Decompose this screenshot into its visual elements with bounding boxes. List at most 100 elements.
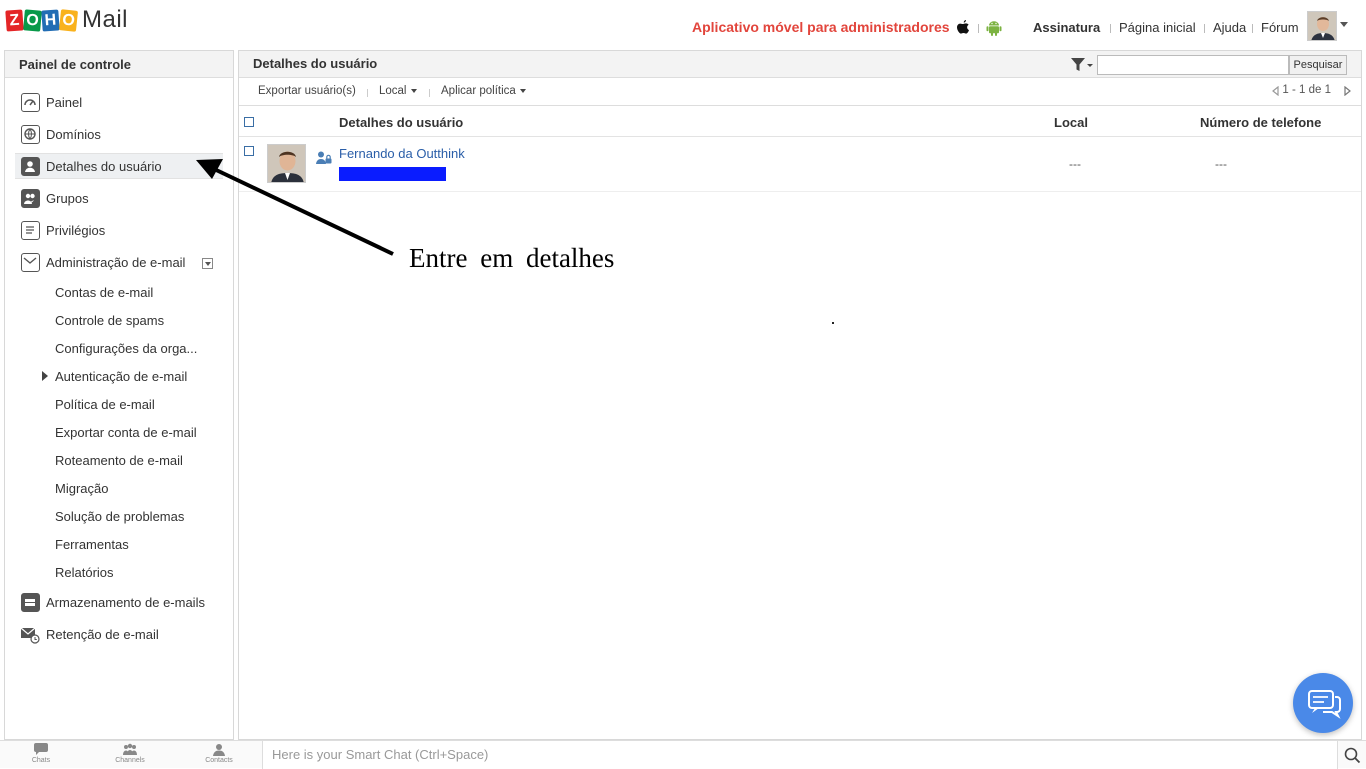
android-icon[interactable]: [986, 19, 1002, 37]
top-bar: Z O H O Mail Aplicativo móvel para admin…: [0, 0, 1366, 50]
column-header-user-details[interactable]: Detalhes do usuário: [339, 115, 463, 130]
filter-icon[interactable]: [1069, 57, 1095, 73]
stray-dot: [832, 322, 834, 324]
chevron-down-icon: [519, 88, 526, 93]
sidebar-item-mail-retention[interactable]: Retenção de e-mail: [15, 621, 223, 647]
annotation-text: Entre em detalhes: [409, 243, 615, 273]
export-users-button[interactable]: Exportar usuário(s): [258, 85, 356, 97]
sidebar-subitem-troubleshooting[interactable]: Solução de problemas: [55, 509, 184, 524]
column-header-phone[interactable]: Número de telefone: [1200, 115, 1321, 130]
dashboard-icon: [21, 92, 40, 112]
row-checkbox[interactable]: [244, 146, 254, 156]
home-page-link[interactable]: Página inicial: [1119, 20, 1196, 35]
user-name-link[interactable]: Fernando da Outthink: [339, 146, 465, 161]
bottom-tab-contacts[interactable]: Contacts: [189, 743, 249, 764]
table-header: Detalhes do usuário Local Número de tele…: [239, 107, 1361, 137]
bottom-tab-label: Chats: [31, 757, 51, 764]
sidebar-item-privileges[interactable]: Privilégios: [15, 217, 223, 243]
divider: [429, 89, 430, 97]
sidebar-subitem-org-settings[interactable]: Configurações da orga...: [55, 341, 197, 356]
phone-value: ---: [1215, 157, 1227, 171]
sidebar-item-label: Domínios: [46, 126, 101, 142]
pagination-info: 1 - 1 de 1: [1282, 84, 1331, 96]
sidebar-item-label: Armazenamento de e-mails: [46, 594, 205, 610]
profile-avatar[interactable]: [1307, 11, 1337, 41]
logo-letter: O: [58, 8, 79, 32]
local-value: ---: [1069, 157, 1081, 171]
divider: [978, 24, 979, 33]
groups-icon: [21, 188, 40, 208]
storage-icon: [21, 592, 40, 612]
sidebar-item-label: Privilégios: [46, 222, 106, 238]
domains-icon: [21, 124, 40, 144]
bottom-bar: Chats Channels Contacts Here is your Sma…: [0, 740, 1366, 769]
bottom-tab-label: Channels: [115, 757, 145, 764]
sidebar-item-label: Painel: [46, 94, 83, 110]
logo-letter: Z: [5, 8, 24, 32]
sidebar-item-domains[interactable]: Domínios: [15, 121, 223, 147]
local-dropdown[interactable]: Local: [379, 85, 417, 97]
zoho-mail-logo[interactable]: Z O H O Mail: [5, 6, 129, 34]
help-link[interactable]: Ajuda: [1213, 20, 1246, 35]
sidebar-item-label: Detalhes do usuário: [46, 158, 162, 174]
channels-icon: [123, 743, 137, 755]
sidebar-item-mail-storage[interactable]: Armazenamento de e-mails: [15, 589, 223, 615]
admin-user-icon: [316, 151, 332, 164]
bottom-tab-channels[interactable]: Channels: [100, 743, 160, 764]
sidebar-subitem-email-auth[interactable]: Autenticação de e-mail: [55, 369, 187, 384]
logo-text: Mail: [82, 6, 129, 33]
sidebar-item-dashboard[interactable]: Painel: [15, 89, 223, 115]
chat-support-button[interactable]: [1293, 673, 1353, 733]
bottom-tab-label: Contacts: [205, 757, 233, 764]
sidebar-subitem-reports[interactable]: Relatórios: [55, 565, 114, 580]
mobile-app-promo-link[interactable]: Aplicativo móvel para administradores: [692, 19, 950, 35]
sidebar-subitem-spam-control[interactable]: Controle de spams: [55, 313, 164, 328]
sidebar-item-mail-admin[interactable]: Administração de e-mail: [15, 249, 223, 275]
sidebar-subitem-email-routing[interactable]: Roteamento de e-mail: [55, 453, 183, 468]
smart-chat-input[interactable]: Here is your Smart Chat (Ctrl+Space): [262, 741, 1338, 769]
select-all-checkbox[interactable]: [244, 117, 254, 127]
column-header-local[interactable]: Local: [1054, 115, 1088, 130]
contacts-icon: [213, 744, 225, 756]
sidebar-subitem-tools[interactable]: Ferramentas: [55, 537, 129, 552]
user-details-panel: Detalhes do usuário Pesquisar Exportar u…: [238, 50, 1362, 740]
local-dropdown-label: Local: [379, 85, 407, 97]
forum-link[interactable]: Fórum: [1261, 20, 1299, 35]
subscription-link[interactable]: Assinatura: [1033, 20, 1100, 35]
apply-policy-label: Aplicar política: [441, 85, 516, 97]
divider: [1204, 24, 1205, 33]
previous-page-icon[interactable]: [1271, 86, 1280, 96]
sidebar-item-label: Grupos: [46, 190, 89, 206]
profile-dropdown-icon[interactable]: [1340, 22, 1348, 27]
collapse-section-icon[interactable]: [202, 258, 213, 269]
apply-policy-dropdown[interactable]: Aplicar política: [441, 85, 526, 97]
user-icon: [21, 156, 40, 176]
user-avatar: [267, 144, 306, 183]
sidebar-item-groups[interactable]: Grupos: [15, 185, 223, 211]
chat-icon: [1308, 690, 1341, 719]
panel-title: Detalhes do usuário: [253, 56, 378, 71]
sidebar-subitem-email-policy[interactable]: Política de e-mail: [55, 397, 155, 412]
logo-letter: O: [23, 8, 42, 32]
action-toolbar: Exportar usuário(s) Local Aplicar políti…: [239, 78, 1361, 106]
search-input[interactable]: [1097, 55, 1289, 75]
sidebar-subitem-migration[interactable]: Migração: [55, 481, 108, 496]
sidebar-subitem-export-account[interactable]: Exportar conta de e-mail: [55, 425, 197, 440]
panel-header: Detalhes do usuário Pesquisar: [239, 51, 1361, 78]
sidebar-subitem-email-accounts[interactable]: Contas de e-mail: [55, 285, 153, 300]
sidebar-item-label: Retenção de e-mail: [46, 626, 159, 642]
apple-icon[interactable]: [955, 19, 971, 37]
chevron-down-icon: [410, 88, 417, 93]
next-page-icon[interactable]: [1343, 86, 1352, 96]
bottom-tab-chats[interactable]: Chats: [11, 743, 71, 764]
sidebar-item-user-details[interactable]: Detalhes do usuário: [15, 153, 223, 179]
divider: [1110, 24, 1111, 33]
table-row[interactable]: Fernando da Outthink --- ---: [239, 138, 1361, 192]
search-icon[interactable]: [1343, 746, 1361, 764]
search-button[interactable]: Pesquisar: [1289, 55, 1347, 75]
mail-admin-icon: [21, 252, 40, 272]
control-panel-sidebar: Painel de controle Painel Domínios Detal…: [4, 50, 234, 740]
expand-arrow-icon[interactable]: [42, 371, 48, 381]
sidebar-item-label: Administração de e-mail: [46, 254, 186, 270]
divider: [1252, 24, 1253, 33]
